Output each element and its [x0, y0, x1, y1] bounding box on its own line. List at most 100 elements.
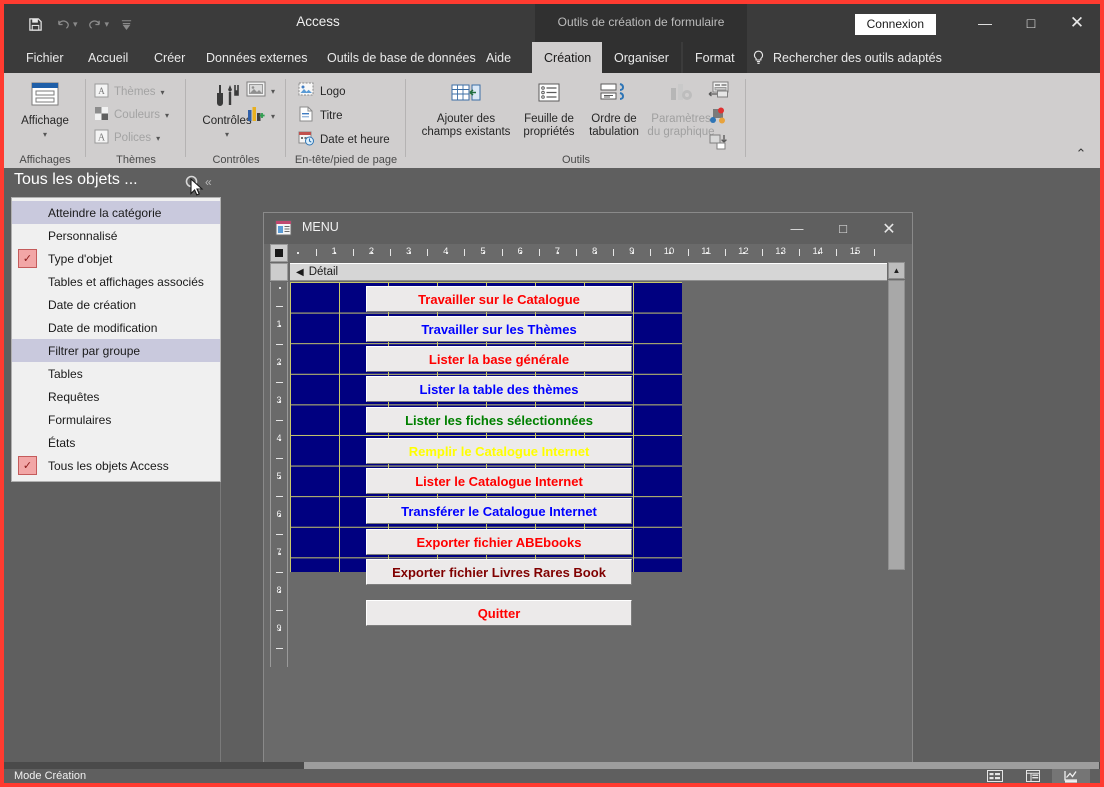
form-design-canvas[interactable]: Travailler sur le Catalogue Travailler su… [290, 282, 887, 783]
ruler-tick [276, 610, 283, 611]
section-collapse-icon[interactable]: ◀ [296, 267, 304, 278]
form-close-button[interactable]: ✕ [866, 213, 912, 244]
form-command-button[interactable]: Exporter fichier ABEbooks [366, 529, 632, 555]
form-vertical-scrollbar[interactable]: ▲ ▼ [888, 262, 905, 783]
design-grid[interactable]: Travailler sur le Catalogue Travailler su… [290, 282, 682, 626]
tab-aide[interactable]: Aide [474, 42, 523, 73]
ajouter-champs-existants-button[interactable]: Ajouter des champs existants [418, 81, 514, 139]
layout-view-button[interactable] [1014, 769, 1052, 783]
convert-macros-button[interactable] [708, 133, 730, 154]
themes-caret-icon[interactable]: ▾ [161, 88, 165, 97]
themes-button[interactable]: A Thèmes ▾ [94, 83, 165, 101]
menu-item-etats[interactable]: États [12, 431, 220, 454]
menu-item-filtrer-par-groupe[interactable]: Filtrer par groupe [12, 339, 220, 362]
insert-chart-caret-icon[interactable]: ▾ [271, 112, 275, 121]
design-view-button[interactable] [1052, 769, 1090, 783]
menu-item-tables[interactable]: Tables [12, 362, 220, 385]
form-command-button[interactable]: Lister la table des thèmes [366, 376, 632, 402]
horizontal-ruler[interactable]: 1 2 3 4 5 6 7 8 9 10 11 12 13 14 15 [290, 244, 887, 262]
vertical-ruler[interactable]: 1 2 3 4 5 6 7 8 9 [270, 282, 288, 667]
form-view-button[interactable] [976, 769, 1014, 783]
form-maximize-button[interactable]: □ [820, 213, 866, 244]
maximize-button[interactable]: □ [1008, 4, 1054, 42]
form-command-button[interactable]: Transférer le Catalogue Internet [366, 498, 632, 524]
form-command-button[interactable]: Remplir le Catalogue Internet [366, 438, 632, 464]
ruler-number: 14 [812, 246, 824, 257]
polices-button[interactable]: A Polices ▾ [94, 129, 160, 147]
checkmark-icon: ✓ [18, 249, 37, 268]
form-command-button-label: Quitter [477, 605, 521, 621]
ruler-tick [464, 249, 466, 256]
form-design-window: MENU — □ ✕ 1 2 3 4 5 6 7 8 9 10 11 12 13 14 15 ◀ Détai… [263, 212, 913, 783]
ruler-number: 1 [331, 246, 337, 257]
tab-donnees-externes[interactable]: Données externes [194, 42, 319, 73]
affichage-button[interactable]: Affichage ▾ [16, 81, 74, 141]
double-chevron-left-icon[interactable]: « [205, 175, 212, 189]
form-command-button[interactable]: Quitter [366, 600, 632, 626]
form-command-button[interactable]: Lister le Catalogue Internet [366, 468, 632, 494]
couleurs-button[interactable]: Couleurs ▾ [94, 106, 169, 124]
couleurs-caret-icon[interactable]: ▾ [165, 111, 169, 120]
feuille-proprietes-button[interactable]: Feuille de propriétés [516, 81, 582, 139]
form-command-button[interactable]: Travailler sur les Thèmes [366, 316, 632, 342]
collapse-ribbon-button[interactable]: ⌃ [1070, 146, 1092, 164]
form-command-button[interactable]: Exporter fichier Livres Rares Book [366, 559, 632, 585]
ruler-tick [799, 249, 801, 256]
ribbon: Affichage ▾ Affichages A Thèmes ▾ Couleu… [4, 73, 1100, 168]
navigation-category-menu: Atteindre la catégorie Personnalisé ✓ Ty… [11, 197, 221, 482]
date-heure-button[interactable]: Date et heure [298, 130, 390, 149]
tell-me-search[interactable]: Rechercher des outils adaptés [752, 42, 942, 73]
sign-in-button[interactable]: Connexion [854, 14, 936, 35]
menu-item-formulaires[interactable]: Formulaires [12, 408, 220, 431]
ribbon-group-affichages: Affichage ▾ Affichages [4, 73, 86, 168]
polices-caret-icon[interactable]: ▾ [156, 134, 160, 143]
menu-item-requetes[interactable]: Requêtes [12, 385, 220, 408]
form-selector-box[interactable] [270, 244, 288, 262]
ribbon-group-entete-pied: Logo Titre Date et heure En-tête/pied de… [286, 73, 406, 168]
menu-item-personnalise[interactable]: Personnalisé [12, 224, 220, 247]
vertical-scroll-thumb[interactable] [888, 280, 905, 570]
tab-accueil[interactable]: Accueil [76, 42, 140, 73]
form-command-button[interactable]: Lister la base générale [366, 346, 632, 372]
subform-new-window-button[interactable] [708, 81, 730, 102]
minimize-button[interactable]: — [962, 4, 1008, 42]
titre-button[interactable]: Titre [298, 106, 343, 125]
close-button[interactable]: ✕ [1054, 4, 1100, 42]
form-minimize-button[interactable]: — [774, 213, 820, 244]
controles-caret-icon[interactable]: ▾ [225, 128, 229, 141]
form-command-button[interactable]: Lister les fiches sélectionnées [366, 407, 632, 433]
subform-in-new-window-icon [708, 81, 730, 102]
affichage-caret-icon[interactable]: ▾ [43, 128, 47, 141]
view-code-button[interactable] [708, 107, 730, 128]
tab-creer[interactable]: Créer [142, 42, 197, 73]
ruler-tick [687, 249, 689, 256]
insert-chart-button[interactable]: ▾ [246, 106, 275, 126]
menu-item-date-de-creation[interactable]: Date de création [12, 293, 220, 316]
menu-item-atteindre-la-categorie[interactable]: Atteindre la catégorie [12, 201, 220, 224]
insert-image-caret-icon[interactable]: ▾ [271, 87, 275, 96]
menu-item-type-dobjet[interactable]: ✓ Type d'objet [12, 247, 220, 270]
menu-item-date-de-modification[interactable]: Date de modification [12, 316, 220, 339]
ruler-number: 3 [276, 395, 282, 405]
ordre-tabulation-button[interactable]: Ordre de tabulation [582, 81, 646, 139]
view-form-icon [28, 81, 62, 115]
menu-item-tous-les-objets-access[interactable]: ✓ Tous les objets Access [12, 454, 220, 477]
detail-section-label: Détail [308, 266, 339, 278]
tab-outils-base-de-donnees[interactable]: Outils de base de données [315, 42, 488, 73]
tab-format[interactable]: Format [683, 42, 747, 73]
form-command-button[interactable]: Travailler sur le Catalogue [366, 286, 632, 312]
svg-text:A: A [98, 86, 105, 96]
ruler-tick [538, 249, 540, 256]
detail-section-header[interactable]: ◀ Détail [290, 263, 887, 281]
scroll-up-button[interactable]: ▲ [888, 262, 905, 279]
insert-image-button[interactable]: ▾ [246, 81, 275, 101]
logo-button[interactable]: Logo [298, 82, 346, 101]
application-scroll-thumb[interactable] [304, 762, 1099, 769]
parametres-graphique-button: Paramètres du graphique [646, 81, 716, 139]
tab-organiser[interactable]: Organiser [602, 42, 681, 73]
tab-fichier[interactable]: Fichier [14, 42, 76, 73]
tab-creation[interactable]: Création [532, 42, 604, 73]
form-window-title: MENU [302, 220, 339, 234]
menu-item-tables-et-affichages-associes[interactable]: Tables et affichages associés [12, 270, 220, 293]
application-horizontal-scrollbar[interactable] [4, 762, 1100, 769]
